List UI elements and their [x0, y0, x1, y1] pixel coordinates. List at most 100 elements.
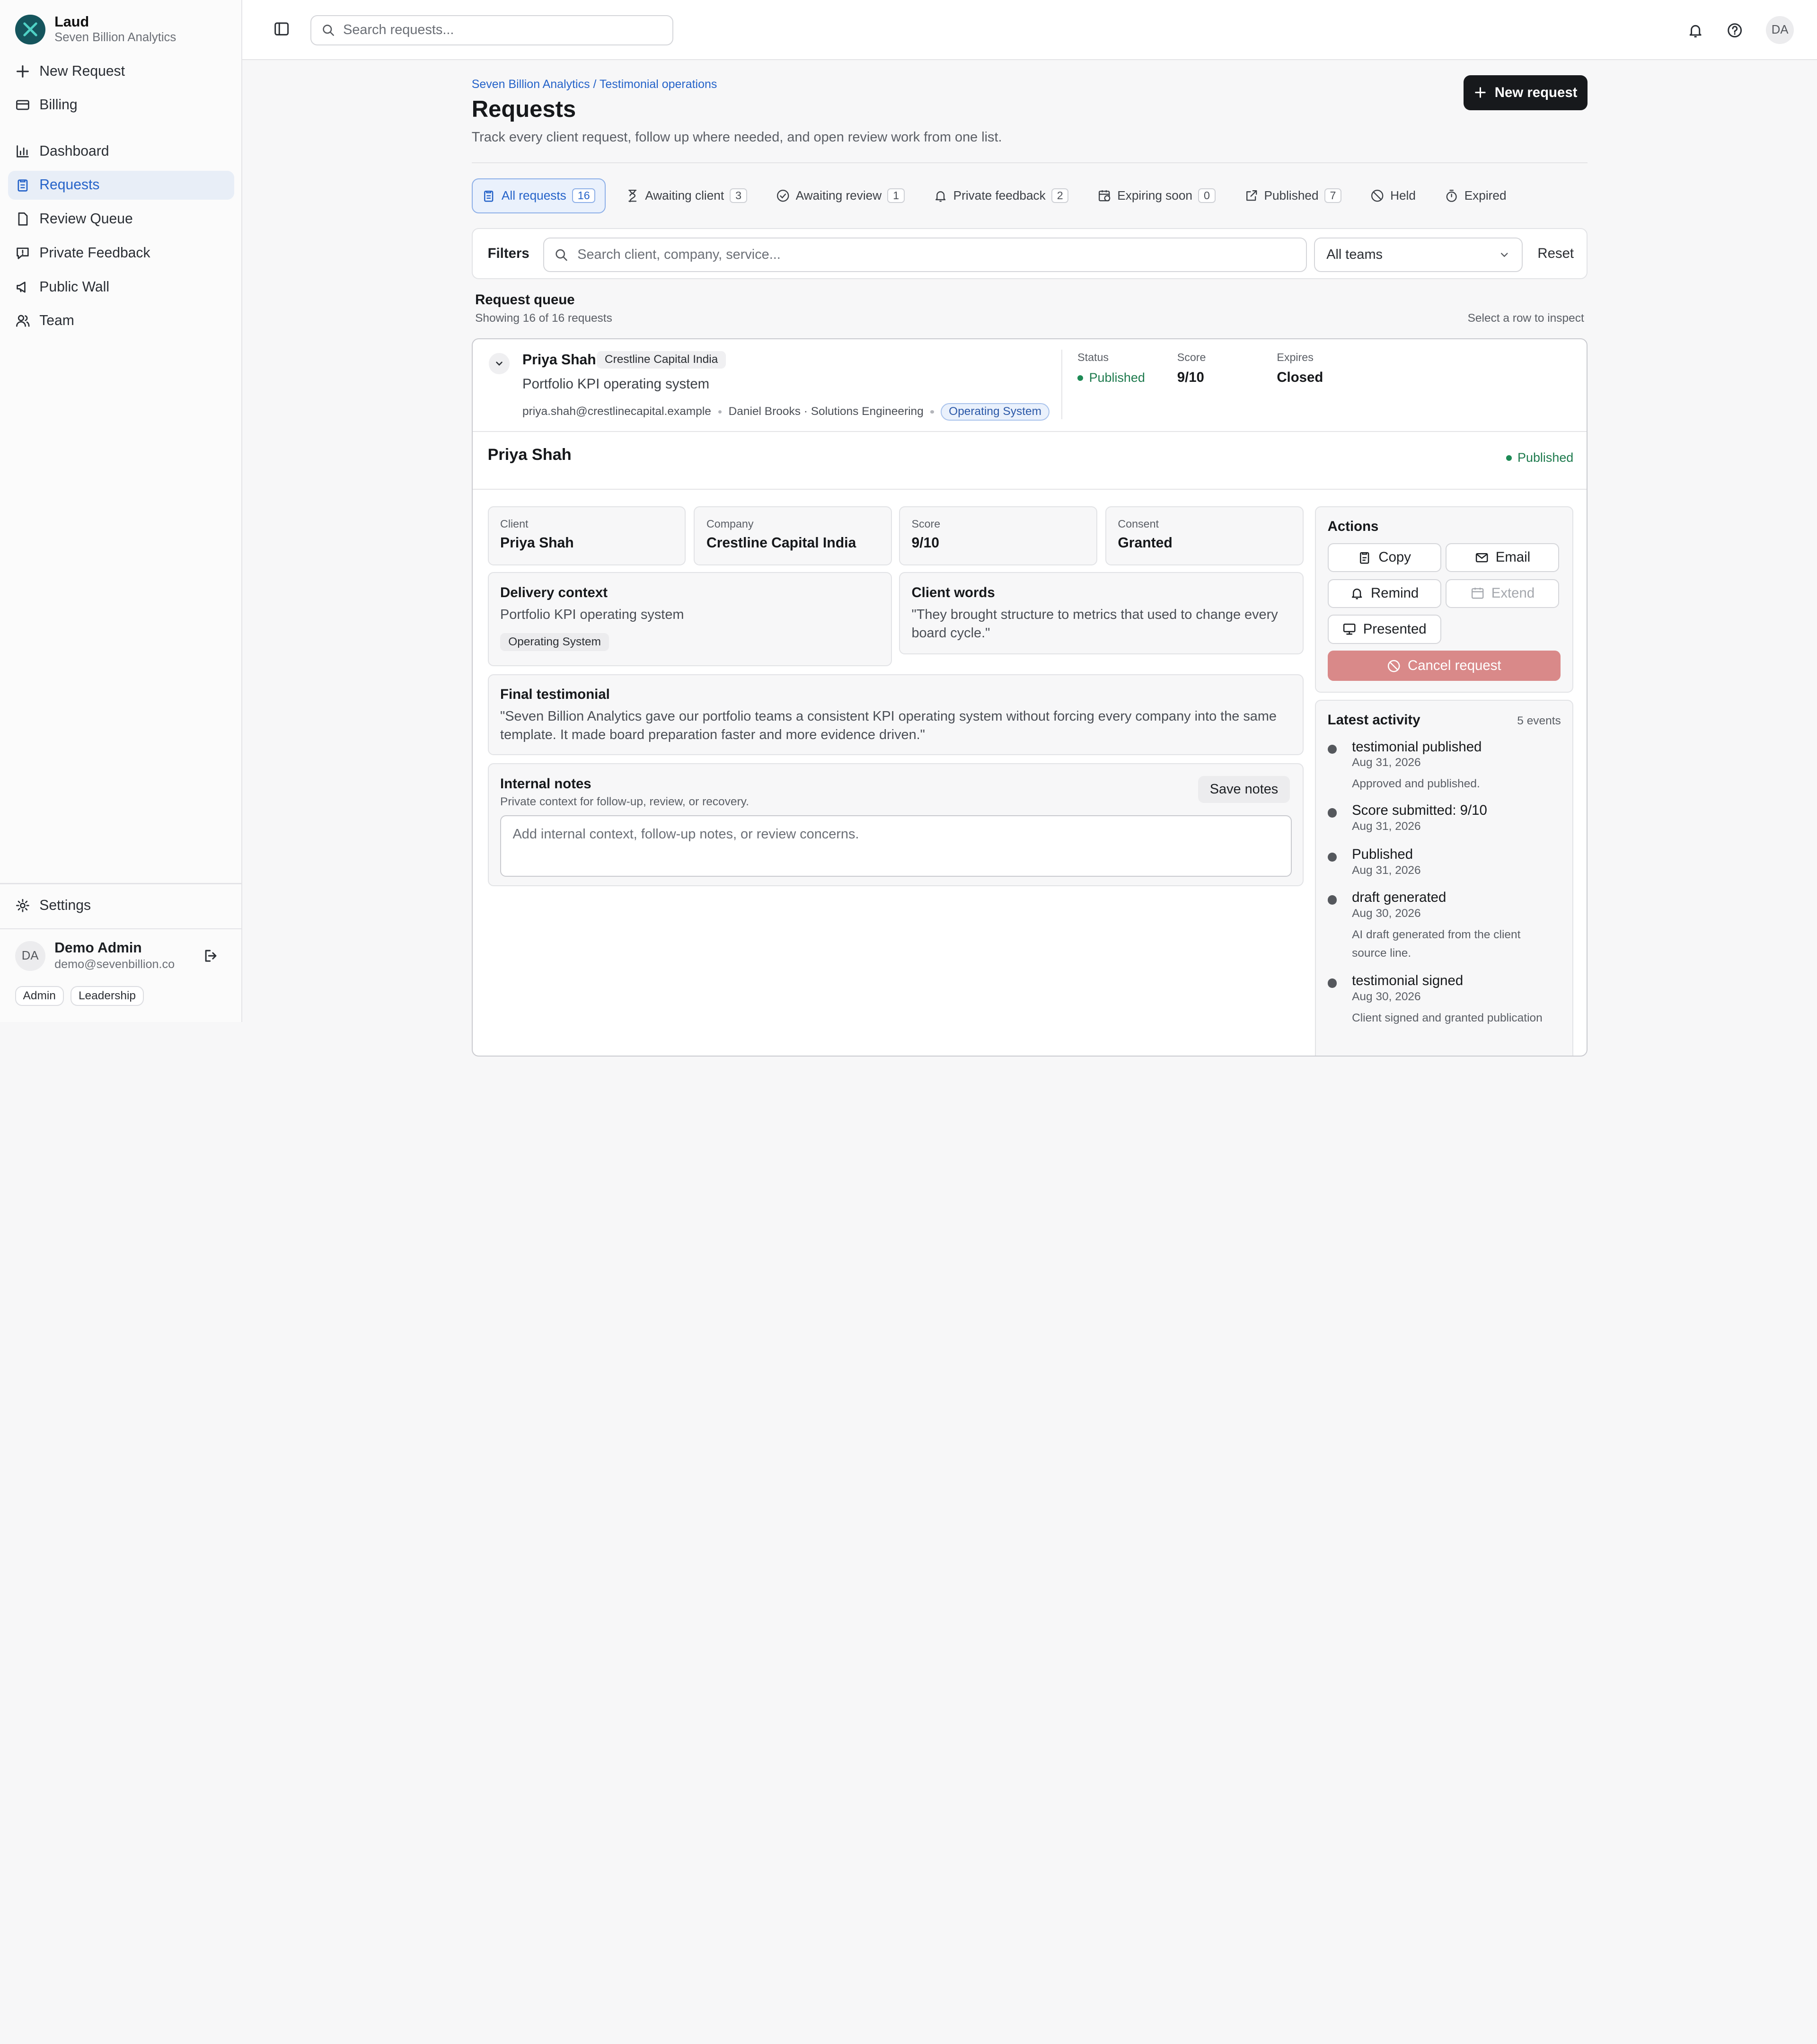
- presented-button[interactable]: Presented: [1327, 615, 1441, 644]
- field-value: Granted: [1118, 535, 1173, 551]
- tab-all-requests[interactable]: All requests 16: [471, 178, 606, 213]
- save-notes-button[interactable]: Save notes: [1198, 775, 1290, 803]
- delivery-tag: Operating System: [500, 633, 609, 652]
- filter-search-input[interactable]: [577, 247, 1306, 263]
- role-badge: Admin: [15, 986, 64, 1006]
- section-title: Delivery context: [500, 584, 608, 600]
- sidebar-item-review-queue[interactable]: Review Queue: [8, 204, 234, 233]
- tab-awaiting-review[interactable]: Awaiting review 1: [767, 178, 914, 213]
- row-category-tag: Operating System: [941, 403, 1050, 421]
- tab-count: 7: [1324, 188, 1342, 203]
- filter-search[interactable]: [543, 237, 1307, 273]
- user-name: Demo Admin: [54, 940, 142, 956]
- delivery-context: Delivery context Portfolio KPI operating…: [487, 572, 892, 666]
- help-icon[interactable]: [1727, 22, 1743, 38]
- brand-name: Laud: [54, 14, 89, 30]
- cancel-label: Cancel request: [1407, 658, 1501, 674]
- sidebar-item-label: New Request: [39, 63, 125, 79]
- timeline-dot: [1327, 744, 1337, 754]
- user-roles: Admin Leadership: [15, 986, 144, 1006]
- sidebar-item-settings[interactable]: Settings: [8, 891, 234, 920]
- table-row[interactable]: Priya Shah Crestline Capital India Portf…: [472, 339, 1587, 432]
- field-company: Company Crestline Capital India: [694, 506, 892, 565]
- status-tabs: All requests 16 Awaiting client 3 Awaiti…: [471, 178, 1526, 213]
- tab-label: Private feedback: [953, 188, 1046, 203]
- new-request-button[interactable]: New request: [1464, 75, 1588, 110]
- logout-icon[interactable]: [203, 948, 219, 964]
- bar-chart-icon: [17, 145, 29, 158]
- brand[interactable]: Laud Seven Billion Analytics: [15, 14, 176, 45]
- field-value: Crestline Capital India: [706, 535, 856, 551]
- field-client: Client Priya Shah: [487, 506, 686, 565]
- gear-icon: [16, 899, 29, 912]
- tab-count: 0: [1198, 188, 1216, 203]
- chevron-down-icon: [1500, 253, 1508, 257]
- new-request-label: New request: [1494, 84, 1578, 100]
- queue-hint: Select a row to inspect: [1467, 311, 1584, 325]
- bell-icon: [935, 191, 946, 202]
- section-title: Final testimonial: [500, 687, 610, 703]
- sidebar-item-label: Dashboard: [39, 143, 109, 159]
- reset-button[interactable]: Reset: [1537, 246, 1574, 262]
- email-label: Email: [1495, 549, 1531, 565]
- copy-label: Copy: [1378, 549, 1411, 565]
- internal-notes: Internal notes Private context for follo…: [487, 763, 1304, 887]
- row-email: priya.shah@crestlinecapital.example: [522, 405, 711, 418]
- tab-expiring-soon[interactable]: Expiring soon 0: [1088, 178, 1225, 213]
- user-profile: DA Demo Admin demo@sevenbillion.co: [15, 940, 224, 972]
- sidebar-item-requests[interactable]: Requests: [8, 170, 234, 200]
- stat-label: Status: [1077, 351, 1109, 363]
- section-title: Internal notes: [500, 775, 591, 792]
- tab-awaiting-client[interactable]: Awaiting client 3: [616, 178, 756, 213]
- email-button[interactable]: Email: [1446, 543, 1560, 572]
- status-badge: Published: [1077, 370, 1145, 385]
- copy-button[interactable]: Copy: [1327, 543, 1441, 572]
- team-select[interactable]: All teams: [1314, 237, 1523, 273]
- avatar[interactable]: DA: [1766, 16, 1794, 44]
- event-date: Aug 30, 2026: [1352, 907, 1421, 920]
- cancel-request-button[interactable]: Cancel request: [1327, 651, 1561, 681]
- bell-icon[interactable]: [1687, 22, 1703, 38]
- field-consent: Consent Granted: [1105, 506, 1304, 565]
- expand-toggle[interactable]: [489, 353, 510, 374]
- event-title: Score submitted: 9/10: [1352, 802, 1487, 819]
- event-title: draft generated: [1352, 889, 1447, 905]
- plus-icon: [16, 65, 29, 78]
- tab-expired[interactable]: Expired: [1436, 178, 1516, 213]
- tab-label: Published: [1264, 188, 1319, 203]
- user-email: demo@sevenbillion.co: [54, 957, 175, 971]
- tab-held[interactable]: Held: [1361, 178, 1425, 213]
- remind-button[interactable]: Remind: [1327, 579, 1441, 608]
- request-card: Priya Shah Crestline Capital India Portf…: [471, 338, 1588, 1057]
- page-title: Requests: [471, 97, 576, 123]
- search-input[interactable]: [343, 22, 672, 38]
- status-badge: Published: [1506, 450, 1573, 465]
- field-score: Score 9/10: [899, 506, 1097, 565]
- search-icon: [556, 249, 567, 261]
- sidebar-item-dashboard[interactable]: Dashboard: [8, 137, 234, 166]
- megaphone-icon: [17, 281, 26, 293]
- separator-dot: [718, 410, 722, 414]
- sidebar-item-private-feedback[interactable]: Private Feedback: [8, 238, 234, 267]
- row-company-tag: Crestline Capital India: [596, 351, 726, 369]
- activity-count: 5 events: [1517, 714, 1561, 728]
- tab-private-feedback[interactable]: Private feedback 2: [924, 178, 1078, 213]
- tab-published[interactable]: Published 7: [1235, 178, 1351, 213]
- sidebar-item-public-wall[interactable]: Public Wall: [8, 273, 234, 301]
- sidebar-item-label: Billing: [39, 97, 78, 113]
- event-title: testimonial signed: [1352, 973, 1464, 989]
- sidebar-item-billing[interactable]: Billing: [8, 91, 234, 120]
- top-search[interactable]: [310, 15, 673, 45]
- sidebar-item-team[interactable]: Team: [8, 307, 234, 335]
- topbar: DA: [242, 0, 1817, 61]
- queue-count: Showing 16 of 16 requests: [475, 311, 612, 325]
- sidebar-item-new-request[interactable]: New Request: [8, 57, 234, 86]
- sidebar-toggle-icon[interactable]: [273, 21, 290, 37]
- extend-button[interactable]: Extend: [1446, 579, 1560, 608]
- credit-card-icon: [16, 100, 29, 110]
- mail-icon: [1475, 553, 1488, 562]
- breadcrumb[interactable]: Seven Billion Analytics / Testimonial op…: [472, 78, 717, 91]
- sidebar-top-nav: New Request Billing: [8, 57, 234, 124]
- notes-textarea[interactable]: [500, 815, 1292, 877]
- field-value: Priya Shah: [500, 535, 574, 551]
